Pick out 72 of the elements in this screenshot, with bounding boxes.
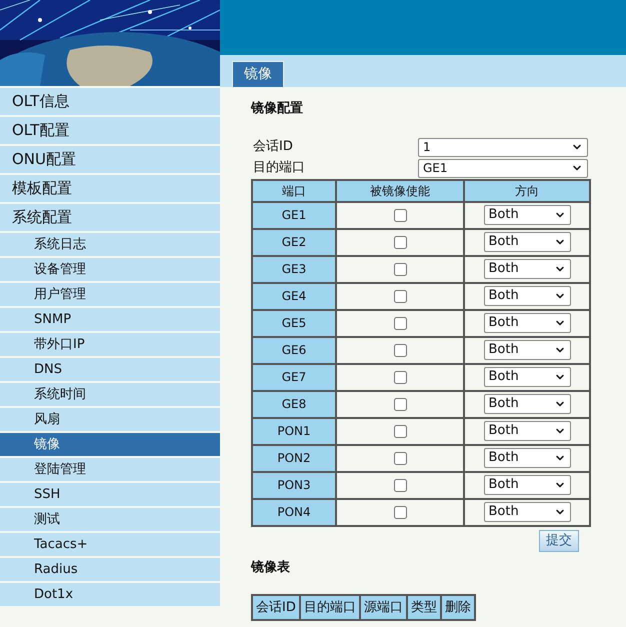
sidebar-item[interactable]: 系统日志 — [0, 233, 220, 256]
sidebar-item[interactable]: 系统时间 — [0, 383, 220, 406]
enable-checkbox[interactable] — [394, 452, 406, 466]
column-header: 被镜像使能 — [336, 180, 464, 202]
enable-checkbox[interactable] — [394, 209, 406, 222]
enable-checkbox[interactable] — [394, 425, 406, 438]
sidebar-item[interactable]: Radius — [0, 558, 220, 581]
sidebar-item[interactable]: SNMP — [0, 308, 220, 331]
enable-checkbox[interactable] — [394, 398, 406, 412]
direction-select[interactable]: Both — [484, 313, 570, 333]
enable-checkbox[interactable] — [394, 506, 406, 520]
sidebar-item[interactable]: Tacacs+ — [0, 533, 220, 556]
submit-button[interactable]: 提交 — [539, 530, 579, 552]
direction-select[interactable]: Both — [484, 340, 570, 360]
direction-select[interactable]: Both — [484, 259, 570, 279]
enable-checkbox[interactable] — [394, 479, 406, 492]
column-header: 目的端口 — [300, 595, 360, 620]
sidebar-item[interactable]: 登陆管理 — [0, 458, 220, 481]
direction-select[interactable]: Both — [484, 502, 570, 522]
sidebar-item[interactable]: 模板配置 — [0, 175, 220, 202]
section-title: 镜像配置 — [251, 100, 304, 118]
port-cell: PON1 — [252, 418, 336, 444]
column-header: 会话ID — [252, 595, 300, 620]
direction-select[interactable]: Both — [484, 421, 570, 441]
sidebar-item[interactable]: ONU配置 — [0, 146, 220, 173]
sidebar-item[interactable]: 测试 — [0, 508, 220, 531]
port-cell: PON4 — [252, 498, 336, 526]
port-cell: GE6 — [252, 336, 336, 364]
direction-select[interactable]: Both — [484, 367, 570, 387]
column-header: 删除 — [440, 595, 475, 620]
direction-select[interactable]: Both — [484, 232, 570, 252]
sidebar-item[interactable]: 风扇 — [0, 408, 220, 431]
section-title: 镜像表 — [251, 558, 291, 576]
dropdown[interactable]: 1 — [418, 138, 588, 156]
sidebar-item[interactable]: OLT配置 — [0, 117, 220, 144]
sidebar-item[interactable]: 镜像 — [0, 433, 220, 456]
sidebar-item[interactable]: SSH — [0, 483, 220, 506]
sidebar-item[interactable]: 用户管理 — [0, 283, 220, 306]
direction-select[interactable]: Both — [484, 286, 570, 306]
port-cell: GE7 — [252, 364, 336, 390]
field-label: 会话ID — [253, 138, 294, 156]
column-header: 端口 — [252, 180, 336, 202]
dropdown[interactable]: GE1 — [418, 158, 588, 178]
sidebar-item[interactable]: 带外口IP — [0, 333, 220, 356]
direction-select[interactable]: Both — [484, 475, 570, 495]
direction-select[interactable]: Both — [484, 205, 570, 225]
tab[interactable]: 镜像 — [232, 61, 284, 87]
port-cell: PON3 — [252, 472, 336, 498]
port-cell: GE4 — [252, 282, 336, 310]
enable-checkbox[interactable] — [394, 344, 406, 358]
port-cell: GE3 — [252, 256, 336, 282]
enable-checkbox[interactable] — [394, 317, 406, 330]
enable-checkbox[interactable] — [394, 236, 406, 250]
enable-checkbox[interactable] — [394, 263, 406, 276]
port-cell: GE5 — [252, 310, 336, 336]
enable-checkbox[interactable] — [394, 371, 406, 384]
sidebar-item[interactable]: OLT信息 — [0, 88, 220, 115]
port-cell: PON2 — [252, 444, 336, 472]
sidebar-item[interactable]: 设备管理 — [0, 258, 220, 281]
column-header: 类型 — [406, 595, 441, 620]
column-header: 方向 — [464, 180, 590, 202]
field-label: 目的端口 — [253, 159, 306, 178]
sidebar-item[interactable]: 系统配置 — [0, 204, 220, 231]
port-cell: GE2 — [252, 228, 336, 256]
direction-select[interactable]: Both — [484, 394, 570, 414]
enable-checkbox[interactable] — [394, 290, 406, 304]
port-cell: GE8 — [252, 390, 336, 418]
sidebar-item[interactable]: DNS — [0, 358, 220, 381]
direction-select[interactable]: Both — [484, 448, 570, 468]
port-cell: GE1 — [252, 202, 336, 228]
column-header: 源端口 — [360, 595, 407, 620]
sidebar-item[interactable]: Dot1x — [0, 583, 220, 606]
